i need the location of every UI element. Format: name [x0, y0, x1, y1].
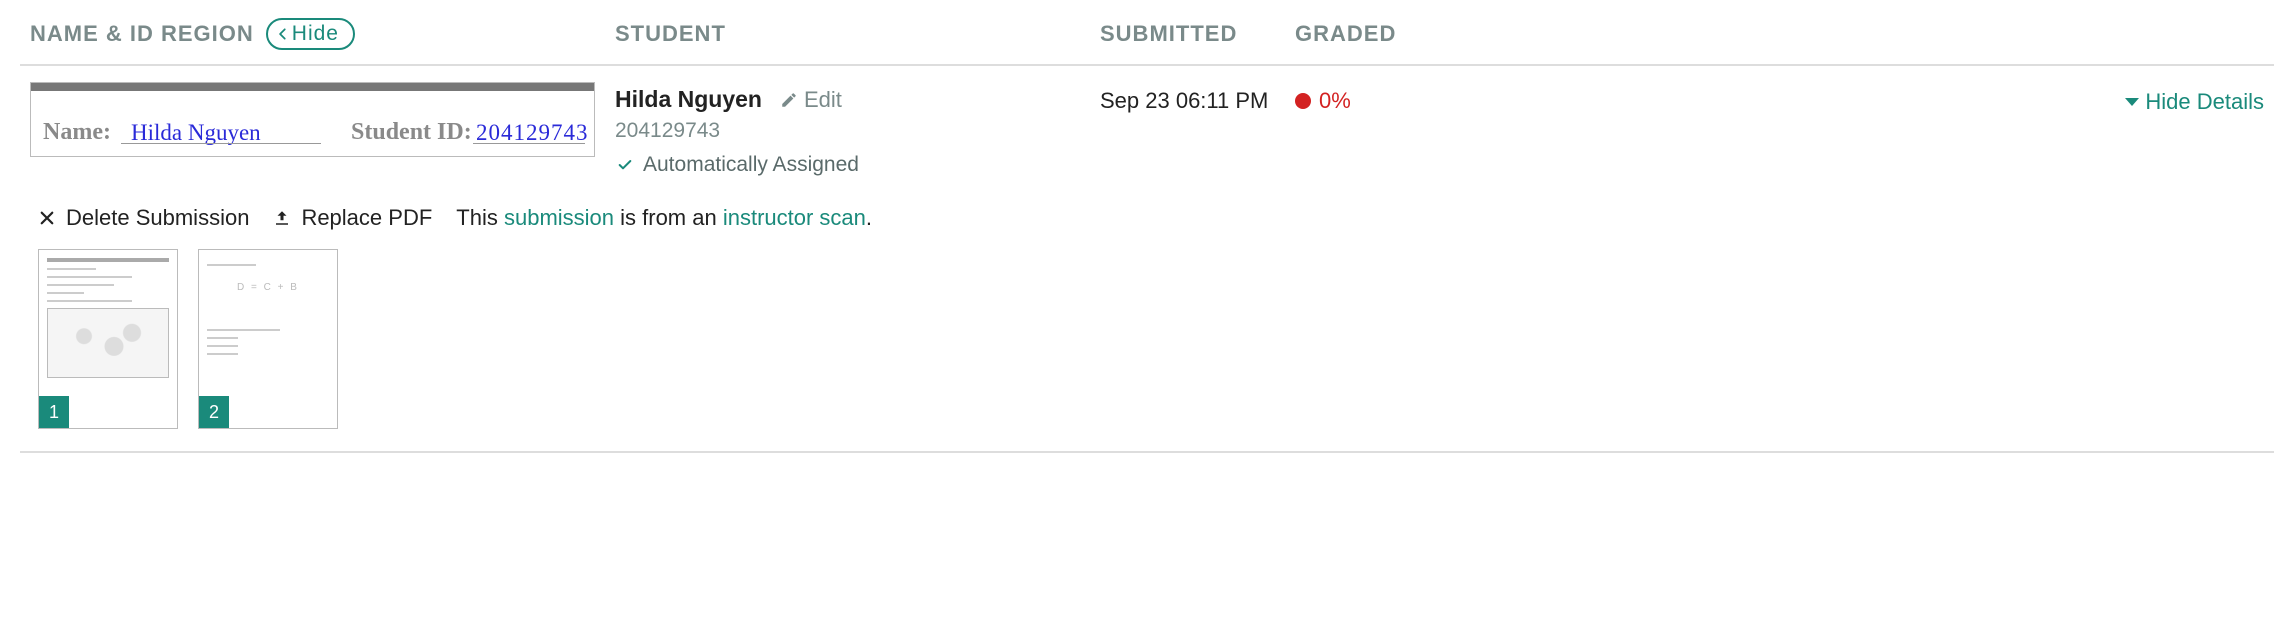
scan-suffix: . [866, 205, 872, 230]
hide-details-label: Hide Details [2145, 89, 2264, 115]
check-icon [615, 157, 635, 173]
student-id: 204129743 [615, 119, 1100, 143]
auto-assigned-row: Automatically Assigned [615, 153, 1100, 177]
scan-name-label: Name: [43, 119, 111, 146]
scan-mid: is from an [614, 205, 723, 230]
page-thumbnail-2[interactable]: D = C + B 2 [198, 249, 338, 429]
edit-label: Edit [804, 87, 842, 113]
hide-region-button[interactable]: Hide [266, 18, 355, 50]
page-thumbnails-row: 1 D = C + B 2 [20, 231, 2274, 453]
scan-region-preview[interactable]: Name: Hilda Nguyen Student ID: 204129743 [30, 82, 595, 157]
toggle-cell: Hide Details [1425, 82, 2264, 115]
page-thumbnail-1[interactable]: 1 [38, 249, 178, 429]
hide-details-button[interactable]: Hide Details [2125, 89, 2264, 115]
page-number-badge: 2 [199, 396, 229, 428]
submission-row: Name: Hilda Nguyen Student ID: 204129743… [20, 66, 2274, 177]
scan-prefix: This [456, 205, 504, 230]
scan-id-label: Student ID: [351, 119, 472, 146]
x-icon [38, 209, 56, 227]
col-header-graded: GRADED [1295, 21, 1425, 47]
student-cell: Hilda Nguyen Edit 204129743 Automaticall… [615, 82, 1100, 177]
scan-id-underline [473, 143, 585, 145]
graded-cell: 0% [1295, 82, 1425, 114]
col-header-student: STUDENT [615, 21, 1100, 47]
delete-submission-label: Delete Submission [66, 205, 249, 231]
student-name: Hilda Nguyen [615, 86, 762, 113]
hide-region-label: Hide [292, 22, 339, 46]
delete-submission-button[interactable]: Delete Submission [38, 205, 249, 231]
edit-student-button[interactable]: Edit [780, 87, 842, 113]
submitted-cell: Sep 23 06:11 PM [1100, 82, 1295, 114]
submission-link[interactable]: submission [504, 205, 614, 230]
scan-top-bar [31, 83, 594, 91]
graded-percent: 0% [1319, 88, 1351, 114]
pencil-icon [780, 91, 798, 109]
auto-assigned-label: Automatically Assigned [643, 153, 859, 177]
replace-pdf-button[interactable]: Replace PDF [273, 205, 432, 231]
scan-name-underline [121, 143, 321, 145]
table-header: NAME & ID REGION Hide STUDENT SUBMITTED … [20, 10, 2274, 66]
caret-down-icon [2125, 98, 2139, 106]
page-number-badge: 1 [39, 396, 69, 428]
status-dot-icon [1295, 93, 1311, 109]
student-name-row: Hilda Nguyen Edit [615, 86, 1100, 113]
col-header-name-id-label: NAME & ID REGION [30, 21, 254, 47]
instructor-scan-link[interactable]: instructor scan [723, 205, 866, 230]
name-id-region-cell: Name: Hilda Nguyen Student ID: 204129743 [30, 82, 615, 157]
col-header-submitted: SUBMITTED [1100, 21, 1295, 47]
actions-row: Delete Submission Replace PDF This submi… [20, 177, 2274, 231]
upload-icon [273, 209, 291, 227]
col-header-name-id: NAME & ID REGION Hide [30, 18, 615, 50]
chevron-left-icon [276, 24, 290, 44]
scan-source-text: This submission is from an instructor sc… [456, 205, 872, 231]
replace-pdf-label: Replace PDF [301, 205, 432, 231]
